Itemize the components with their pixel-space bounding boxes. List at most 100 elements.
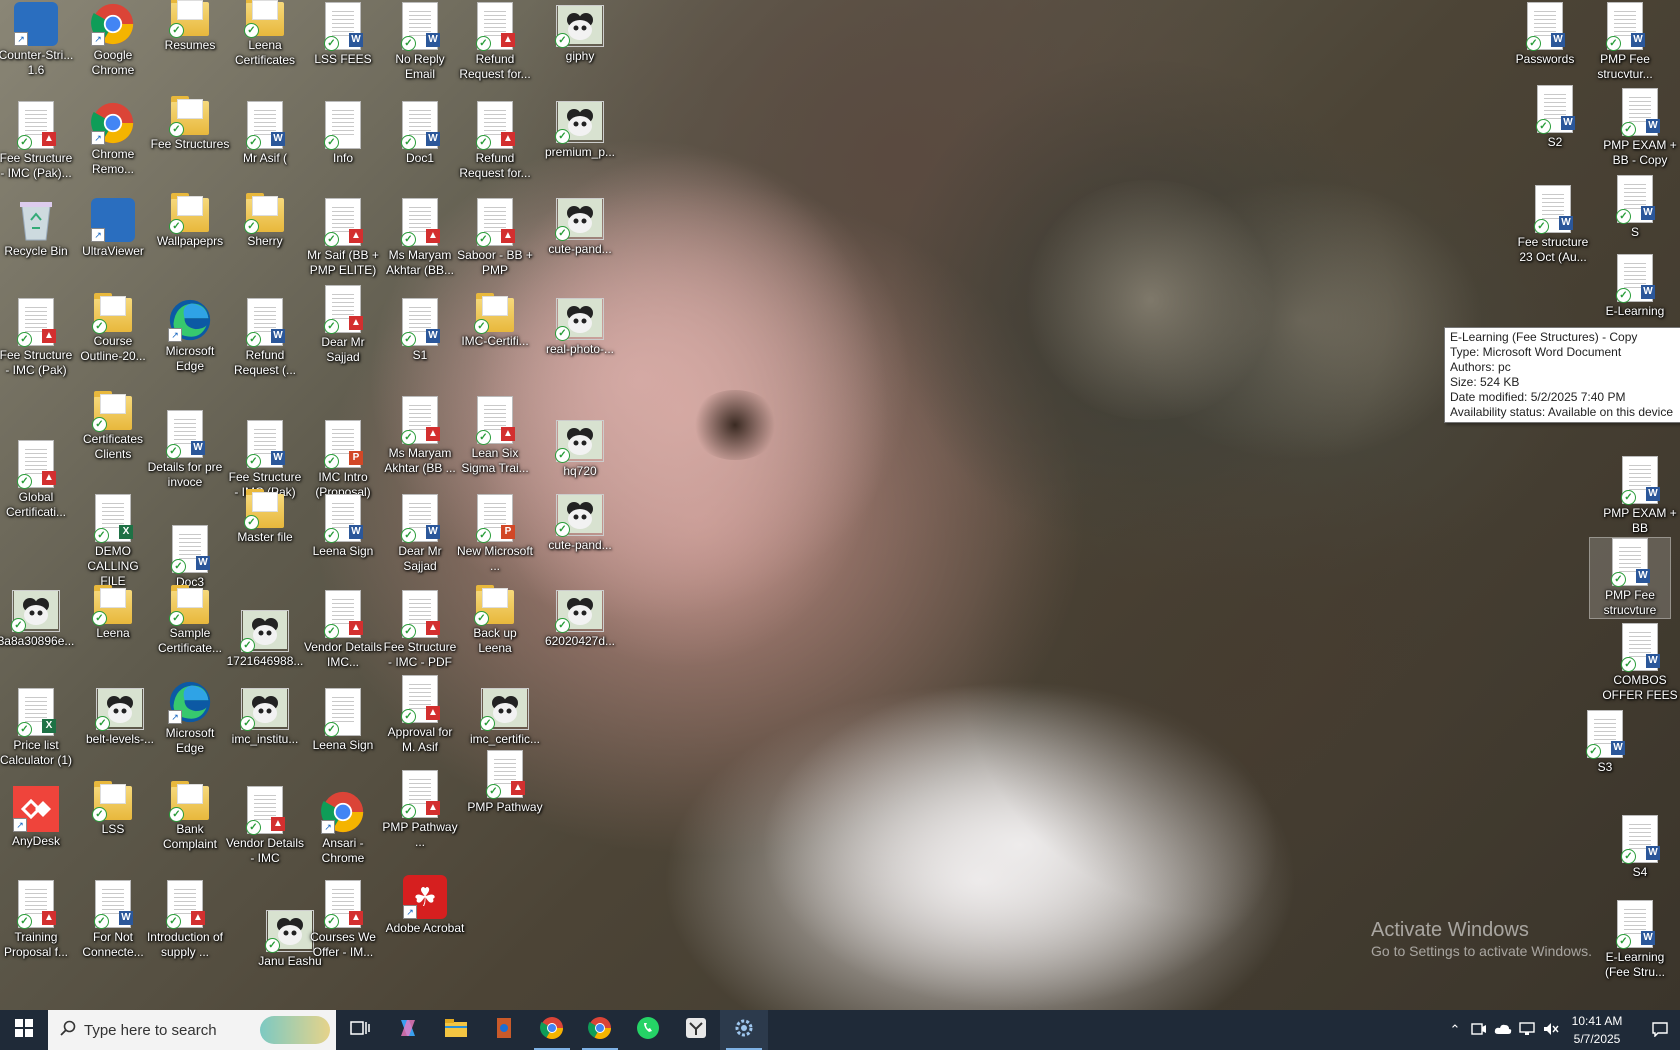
desktop-icon[interactable]: ✓ IMC-Certifi... xyxy=(455,293,535,349)
desktop-icon[interactable]: ✓ premium_p... xyxy=(540,101,620,160)
desktop-icon[interactable]: ✓ Course Outline-20... xyxy=(73,293,153,364)
pinned-app-button-2[interactable] xyxy=(672,1010,720,1050)
desktop-icon[interactable]: ▲ ✓ Approval for M. Asif xyxy=(380,675,460,755)
desktop-icon[interactable]: ↗ Counter-Stri... 1.6 xyxy=(0,2,76,78)
desktop-icon[interactable]: W ✓ PMP EXAM + BB - Copy xyxy=(1600,88,1680,168)
desktop-icon[interactable]: P ✓ New Microsoft ... xyxy=(455,494,535,574)
desktop-icon[interactable]: ▲ ✓ Mr Saif (BB + PMP ELITE) xyxy=(303,198,383,278)
desktop-icon[interactable]: W ✓ S4 xyxy=(1600,815,1680,880)
desktop-icon[interactable]: ↗ AnyDesk xyxy=(0,786,76,849)
desktop-icon[interactable]: ✓ real-photo-... xyxy=(540,298,620,357)
desktop-icon[interactable]: ✓ Certificates Clients xyxy=(73,391,153,462)
desktop-icon[interactable]: ✓ Leena Certificates xyxy=(225,0,305,68)
desktop-icon[interactable]: ▲ ✓ Lean Six Sigma Trai... xyxy=(455,396,535,476)
desktop-icon[interactable]: ▲ ✓ Dear Mr Sajjad xyxy=(303,285,383,365)
start-button[interactable] xyxy=(0,1010,48,1050)
desktop-icon[interactable]: ✓ LSS xyxy=(73,781,153,837)
desktop-icon[interactable]: ✓ cute-pand... xyxy=(540,198,620,257)
desktop-icon[interactable]: W ✓ Passwords xyxy=(1505,2,1585,67)
show-hidden-icons-button[interactable]: ⌃ xyxy=(1444,1010,1466,1050)
desktop-icon[interactable]: ▲ ✓ Introduction of supply ... xyxy=(145,880,225,960)
desktop-icon[interactable]: ▲ ✓ Saboor - BB + PMP xyxy=(455,198,535,278)
desktop-icon[interactable]: ✓ hq720 xyxy=(540,420,620,479)
desktop-icon[interactable]: W ✓ Doc1 xyxy=(380,101,460,166)
chrome-taskbar-button-2[interactable] xyxy=(576,1010,624,1050)
settings-button[interactable] xyxy=(720,1010,768,1050)
desktop-icon[interactable]: ✓ Info xyxy=(303,101,383,166)
desktop-icon[interactable]: ↗ UltraViewer xyxy=(73,198,153,259)
desktop-icon[interactable]: W ✓ Doc3 xyxy=(150,525,230,590)
desktop-icon[interactable]: ▲ ✓ Refund Request for... xyxy=(455,101,535,181)
taskbar-search-box[interactable]: Type here to search xyxy=(48,1010,336,1050)
desktop-icon[interactable]: W ✓ Mr Asif ( xyxy=(225,101,305,166)
desktop-icon[interactable]: ▲ ✓ PMP Pathway xyxy=(465,750,545,815)
desktop-icon[interactable]: P ✓ IMC Intro (Proposal) xyxy=(303,420,383,500)
desktop-icon[interactable]: ▲ ✓ Vendor Details - IMC xyxy=(225,786,305,866)
desktop-icon[interactable]: W ✓ Details for pre invoce xyxy=(145,410,225,490)
desktop-icon[interactable]: ✓ giphy xyxy=(540,5,620,64)
desktop-icon[interactable]: ✓ Leena xyxy=(73,585,153,641)
desktop-icon[interactable]: ▲ ✓ Training Proposal f... xyxy=(0,880,76,960)
desktop-icon[interactable]: ✓ 1721646988... xyxy=(225,610,305,669)
desktop-icon[interactable]: W ✓ E-Learning (Fee Stru... xyxy=(1595,900,1675,980)
desktop-icon[interactable]: ✓ Wallpapeprs xyxy=(150,193,230,249)
desktop-icon[interactable]: W ✓ Dear Mr Sajjad xyxy=(380,494,460,574)
desktop-icon[interactable]: ↗ Chrome Remo... xyxy=(73,101,153,177)
chrome-taskbar-button-1[interactable] xyxy=(528,1010,576,1050)
desktop-icon[interactable]: W ✓ Refund Request (... xyxy=(225,298,305,378)
file-explorer-button[interactable] xyxy=(432,1010,480,1050)
desktop-icon[interactable]: W ✓ COMBOS OFFER FEES xyxy=(1600,623,1680,703)
desktop-icon[interactable]: ✓ Sample Certificate... xyxy=(150,585,230,656)
desktop-icon[interactable]: ▲ ✓ Vendor Details IMC... xyxy=(303,590,383,670)
desktop-icon[interactable]: X ✓ Price list Calculator (1) xyxy=(0,688,76,768)
desktop-icon[interactable]: W ✓ E-Learning xyxy=(1595,254,1675,319)
desktop-icon[interactable]: ▲ ✓ Fee Structure - IMC (Pak)... xyxy=(0,101,76,181)
desktop-icon[interactable]: W ✓ PMP EXAM + BB xyxy=(1600,456,1680,536)
desktop-icon[interactable]: W ✓ Fee structure 23 Oct (Au... xyxy=(1513,185,1593,265)
desktop-icon[interactable]: ↗ Microsoft Edge xyxy=(150,298,230,374)
desktop-icon[interactable]: W ✓ LSS FEES xyxy=(303,2,383,67)
pinned-app-button[interactable] xyxy=(480,1010,528,1050)
notification-center-button[interactable] xyxy=(1640,1010,1680,1050)
onedrive-button[interactable] xyxy=(1492,1010,1514,1050)
desktop-icon[interactable]: ▲ ✓ Refund Request for... xyxy=(455,2,535,82)
desktop-icon[interactable]: ✓ belt-levels-... xyxy=(80,688,160,747)
desktop-icon[interactable]: W ✓ Leena Sign xyxy=(303,494,383,559)
desktop-icon[interactable]: W ✓ PMP Fee strucvtur... xyxy=(1585,2,1665,82)
desktop-icon[interactable]: ↗ Ansari - Chrome xyxy=(303,790,383,866)
taskbar-clock[interactable]: 10:41 AM 5/7/2025 xyxy=(1554,1012,1640,1048)
desktop-icon[interactable]: ✓ cute-pand... xyxy=(540,494,620,553)
desktop-icon[interactable]: W ✓ S2 xyxy=(1515,85,1595,150)
desktop-icon[interactable]: X ✓ DEMO CALLING FILE xyxy=(73,494,153,589)
copilot-button[interactable] xyxy=(384,1010,432,1050)
desktop-icon[interactable]: ✓ Fee Structures xyxy=(150,96,230,152)
desktop-icon[interactable]: ✓ imc_certific... xyxy=(465,688,545,747)
desktop-icon[interactable]: ▲ ✓ Global Certificati... xyxy=(0,440,76,520)
desktop-icon[interactable]: ▲ ✓ Fee Structure - IMC - PDF xyxy=(380,590,460,670)
desktop-icon[interactable]: W ✓ For Not Connecte... xyxy=(73,880,153,960)
desktop-icon[interactable]: ☘ ↗ Adobe Acrobat xyxy=(385,875,465,936)
desktop-icon[interactable]: ▲ ✓ Fee Structure - IMC (Pak) xyxy=(0,298,76,378)
task-view-button[interactable] xyxy=(336,1010,384,1050)
desktop-icon[interactable]: ✓ Leena Sign xyxy=(303,688,383,753)
desktop-icon[interactable]: ✓ Sherry xyxy=(225,193,305,249)
desktop-icon[interactable]: W ✓ PMP Fee strucvture xyxy=(1589,537,1671,619)
meet-now-button[interactable] xyxy=(1468,1010,1490,1050)
whatsapp-button[interactable] xyxy=(624,1010,672,1050)
desktop-icon[interactable]: W ✓ No Reply Email xyxy=(380,2,460,82)
desktop-icon[interactable]: ✓ Master file xyxy=(225,489,305,545)
desktop-icon[interactable]: W ✓ S1 xyxy=(380,298,460,363)
desktop-icon[interactable]: W✓Fee Structure - IMC (Pak) xyxy=(225,420,305,500)
network-button[interactable] xyxy=(1516,1010,1538,1050)
desktop-icon[interactable]: ✓ 3a8a30896e... xyxy=(0,590,76,649)
desktop-icon[interactable]: ✓ 62020427d... xyxy=(540,590,620,649)
desktop-icon[interactable]: ✓ Back up Leena xyxy=(455,585,535,656)
desktop-icon[interactable]: ✓ Bank Complaint xyxy=(150,781,230,852)
desktop-icon[interactable]: Recycle Bin xyxy=(0,198,76,259)
desktop-icon[interactable]: ▲ ✓ Ms Maryam Akhtar (BB... xyxy=(380,198,460,278)
desktop-icon[interactable]: ▲ ✓ Courses We Offer - IM... xyxy=(303,880,383,960)
desktop-icon[interactable]: ↗ Google Chrome xyxy=(73,2,153,78)
desktop-icon[interactable]: ✓ Resumes xyxy=(150,0,230,53)
desktop-icon[interactable]: ↗ Microsoft Edge xyxy=(150,680,230,756)
desktop-icon[interactable]: ✓ imc_institu... xyxy=(225,688,305,747)
